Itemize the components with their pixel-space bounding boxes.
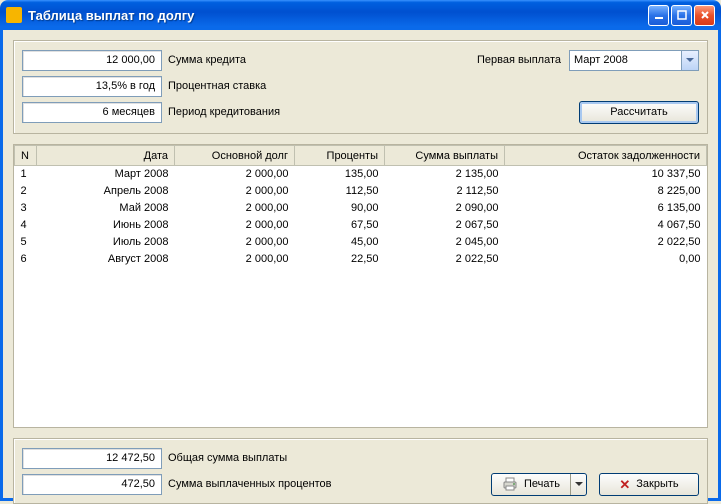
cell-date: Август 2008 [37,251,175,268]
rate-input[interactable]: 13,5% в год [22,76,162,97]
amount-label: Сумма кредита [168,54,246,66]
cell-date: Март 2008 [37,166,175,183]
cell-payment: 2 090,00 [385,200,505,217]
cell-date: Май 2008 [37,200,175,217]
cell-payment: 2 022,50 [385,251,505,268]
cell-payment: 2 045,00 [385,234,505,251]
window-title: Таблица выплат по долгу [28,8,648,23]
cell-interest: 135,00 [295,166,385,183]
cell-balance: 4 067,50 [505,217,707,234]
app-icon [6,7,22,23]
cell-n: 4 [15,217,37,234]
table-row[interactable]: 6Август 20082 000,0022,502 022,500,00 [15,251,707,268]
rate-label: Процентная ставка [168,80,266,92]
total-payment-label: Общая сумма выплаты [168,452,287,464]
table-row[interactable]: 3Май 20082 000,0090,002 090,006 135,00 [15,200,707,217]
col-header-interest[interactable]: Проценты [295,146,385,166]
cell-n: 1 [15,166,37,183]
table-row[interactable]: 1Март 20082 000,00135,002 135,0010 337,5… [15,166,707,183]
cell-n: 2 [15,183,37,200]
cell-balance: 6 135,00 [505,200,707,217]
payments-table: N Дата Основной долг Проценты Сумма выпл… [14,145,707,268]
cell-payment: 2 112,50 [385,183,505,200]
cell-interest: 22,50 [295,251,385,268]
params-panel: 12 000,00 Сумма кредита Первая выплата М… [13,40,708,134]
col-header-payment[interactable]: Сумма выплаты [385,146,505,166]
table-row[interactable]: 2Апрель 20082 000,00112,502 112,508 225,… [15,183,707,200]
cell-date: Июнь 2008 [37,217,175,234]
cell-interest: 90,00 [295,200,385,217]
cell-interest: 112,50 [295,183,385,200]
print-button[interactable]: Печать [491,473,587,496]
footer-panel: 12 472,50 Общая сумма выплаты 472,50 Сум… [13,438,708,504]
cell-payment: 2 135,00 [385,166,505,183]
table-header-row: N Дата Основной долг Проценты Сумма выпл… [15,146,707,166]
cell-n: 3 [15,200,37,217]
print-dropdown-arrow[interactable] [570,474,586,495]
cell-principal: 2 000,00 [175,251,295,268]
first-payment-dropdown[interactable]: Март 2008 [569,50,699,71]
calculate-button[interactable]: Рассчитать [579,101,699,124]
first-payment-label: Первая выплата [477,54,561,66]
total-interest-label: Сумма выплаченных процентов [168,478,332,490]
chevron-down-icon[interactable] [681,51,698,70]
cell-n: 5 [15,234,37,251]
cell-date: Июль 2008 [37,234,175,251]
cell-balance: 2 022,50 [505,234,707,251]
col-header-balance[interactable]: Остаток задолженности [505,146,707,166]
cell-principal: 2 000,00 [175,200,295,217]
cell-n: 6 [15,251,37,268]
titlebar: Таблица выплат по долгу [0,0,721,30]
amount-input[interactable]: 12 000,00 [22,50,162,71]
cell-principal: 2 000,00 [175,183,295,200]
cell-payment: 2 067,50 [385,217,505,234]
client-area: 12 000,00 Сумма кредита Первая выплата М… [0,30,721,501]
payments-table-container: N Дата Основной долг Проценты Сумма выпл… [13,144,708,428]
total-interest-value: 472,50 [22,474,162,495]
col-header-n[interactable]: N [15,146,37,166]
col-header-principal[interactable]: Основной долг [175,146,295,166]
close-icon: ✕ [619,478,630,491]
cell-balance: 8 225,00 [505,183,707,200]
cell-interest: 67,50 [295,217,385,234]
cell-balance: 10 337,50 [505,166,707,183]
table-row[interactable]: 4Июнь 20082 000,0067,502 067,504 067,50 [15,217,707,234]
first-payment-value: Март 2008 [574,54,628,66]
cell-interest: 45,00 [295,234,385,251]
printer-icon [502,476,518,492]
period-input[interactable]: 6 месяцев [22,102,162,123]
cell-balance: 0,00 [505,251,707,268]
table-row[interactable]: 5Июль 20082 000,0045,002 045,002 022,50 [15,234,707,251]
cell-date: Апрель 2008 [37,183,175,200]
col-header-date[interactable]: Дата [37,146,175,166]
maximize-button[interactable] [671,5,692,26]
window-close-button[interactable] [694,5,715,26]
cell-principal: 2 000,00 [175,234,295,251]
cell-principal: 2 000,00 [175,217,295,234]
minimize-button[interactable] [648,5,669,26]
period-label: Период кредитования [168,106,280,118]
close-button[interactable]: ✕ Закрыть [599,473,699,496]
total-payment-value: 12 472,50 [22,448,162,469]
cell-principal: 2 000,00 [175,166,295,183]
